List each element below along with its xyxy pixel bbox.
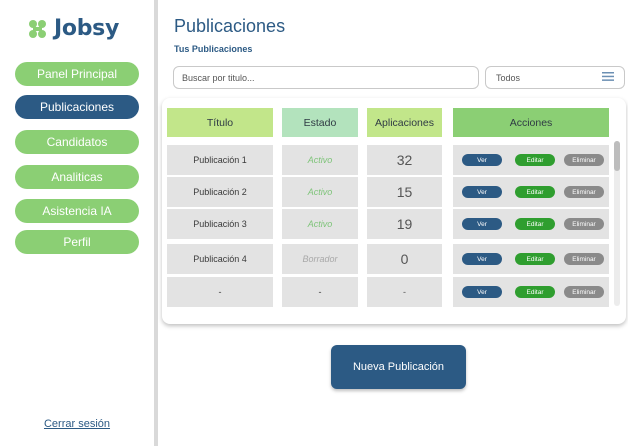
cell-estado: - [282, 277, 358, 307]
cell-estado: Borrador [282, 244, 358, 274]
edit-button[interactable]: Editar [515, 186, 555, 198]
status-filter-select[interactable]: Todos [485, 66, 625, 89]
scrollbar-thumb[interactable] [614, 141, 620, 171]
delete-button[interactable]: Eliminar [564, 154, 604, 166]
cell-estado: Activo [282, 209, 358, 239]
cell-aplicaciones: - [367, 277, 442, 307]
delete-button[interactable]: Eliminar [564, 218, 604, 230]
column-header-estado: Estado [282, 108, 358, 137]
cell-estado: Activo [282, 145, 358, 175]
sidebar: Jobsy Panel Principal Publicaciones Cand… [0, 0, 158, 446]
brand-logo[interactable]: Jobsy [28, 16, 119, 41]
sidebar-item-publicaciones[interactable]: Publicaciones [15, 95, 139, 119]
cell-aplicaciones: 0 [367, 244, 442, 274]
sidebar-item-panel-principal[interactable]: Panel Principal [15, 62, 139, 86]
cell-aplicaciones: 32 [367, 145, 442, 175]
cell-titulo: Publicación 3 [167, 209, 273, 239]
edit-button[interactable]: Editar [515, 154, 555, 166]
delete-button[interactable]: Eliminar [564, 286, 604, 298]
column-header-acciones: Acciones [453, 108, 609, 137]
brand-name: Jobsy [54, 16, 119, 41]
edit-button[interactable]: Editar [515, 253, 555, 265]
cell-titulo: - [167, 277, 273, 307]
filter-selected-value: Todos [496, 72, 521, 83]
cell-titulo: Publicación 1 [167, 145, 273, 175]
search-input[interactable]: Buscar por titulo... [173, 66, 479, 89]
view-button[interactable]: Ver [462, 286, 502, 298]
edit-button[interactable]: Editar [515, 286, 555, 298]
sidebar-item-analiticas[interactable]: Analiticas [15, 165, 139, 189]
view-button[interactable]: Ver [462, 253, 502, 265]
section-label: Tus Publicaciones [174, 44, 253, 54]
table-scrollbar[interactable] [614, 141, 620, 306]
menu-icon[interactable] [602, 72, 614, 83]
jobsy-logo-icon [28, 18, 50, 40]
app-window: Jobsy Panel Principal Publicaciones Cand… [0, 0, 628, 446]
cell-aplicaciones: 19 [367, 209, 442, 239]
cell-estado: Activo [282, 177, 358, 207]
cell-titulo: Publicación 4 [167, 244, 273, 274]
sidebar-item-perfil[interactable]: Perfil [15, 230, 139, 254]
new-publication-button[interactable]: Nueva Publicación [331, 345, 466, 389]
view-button[interactable]: Ver [462, 218, 502, 230]
search-placeholder: Buscar por titulo... [182, 72, 255, 83]
page-title: Publicaciones [174, 16, 286, 36]
cell-titulo: Publicación 2 [167, 177, 273, 207]
delete-button[interactable]: Eliminar [564, 253, 604, 265]
delete-button[interactable]: Eliminar [564, 186, 604, 198]
sidebar-item-candidatos[interactable]: Candidatos [15, 130, 139, 154]
cell-aplicaciones: 15 [367, 177, 442, 207]
view-button[interactable]: Ver [462, 154, 502, 166]
column-header-aplicaciones: Aplicaciones [367, 108, 442, 137]
column-header-titulo: Título [167, 108, 273, 137]
sidebar-item-asistencia-ia[interactable]: Asistencia IA [15, 199, 139, 223]
view-button[interactable]: Ver [462, 186, 502, 198]
edit-button[interactable]: Editar [515, 218, 555, 230]
logout-link[interactable]: Cerrar sesión [0, 418, 154, 430]
